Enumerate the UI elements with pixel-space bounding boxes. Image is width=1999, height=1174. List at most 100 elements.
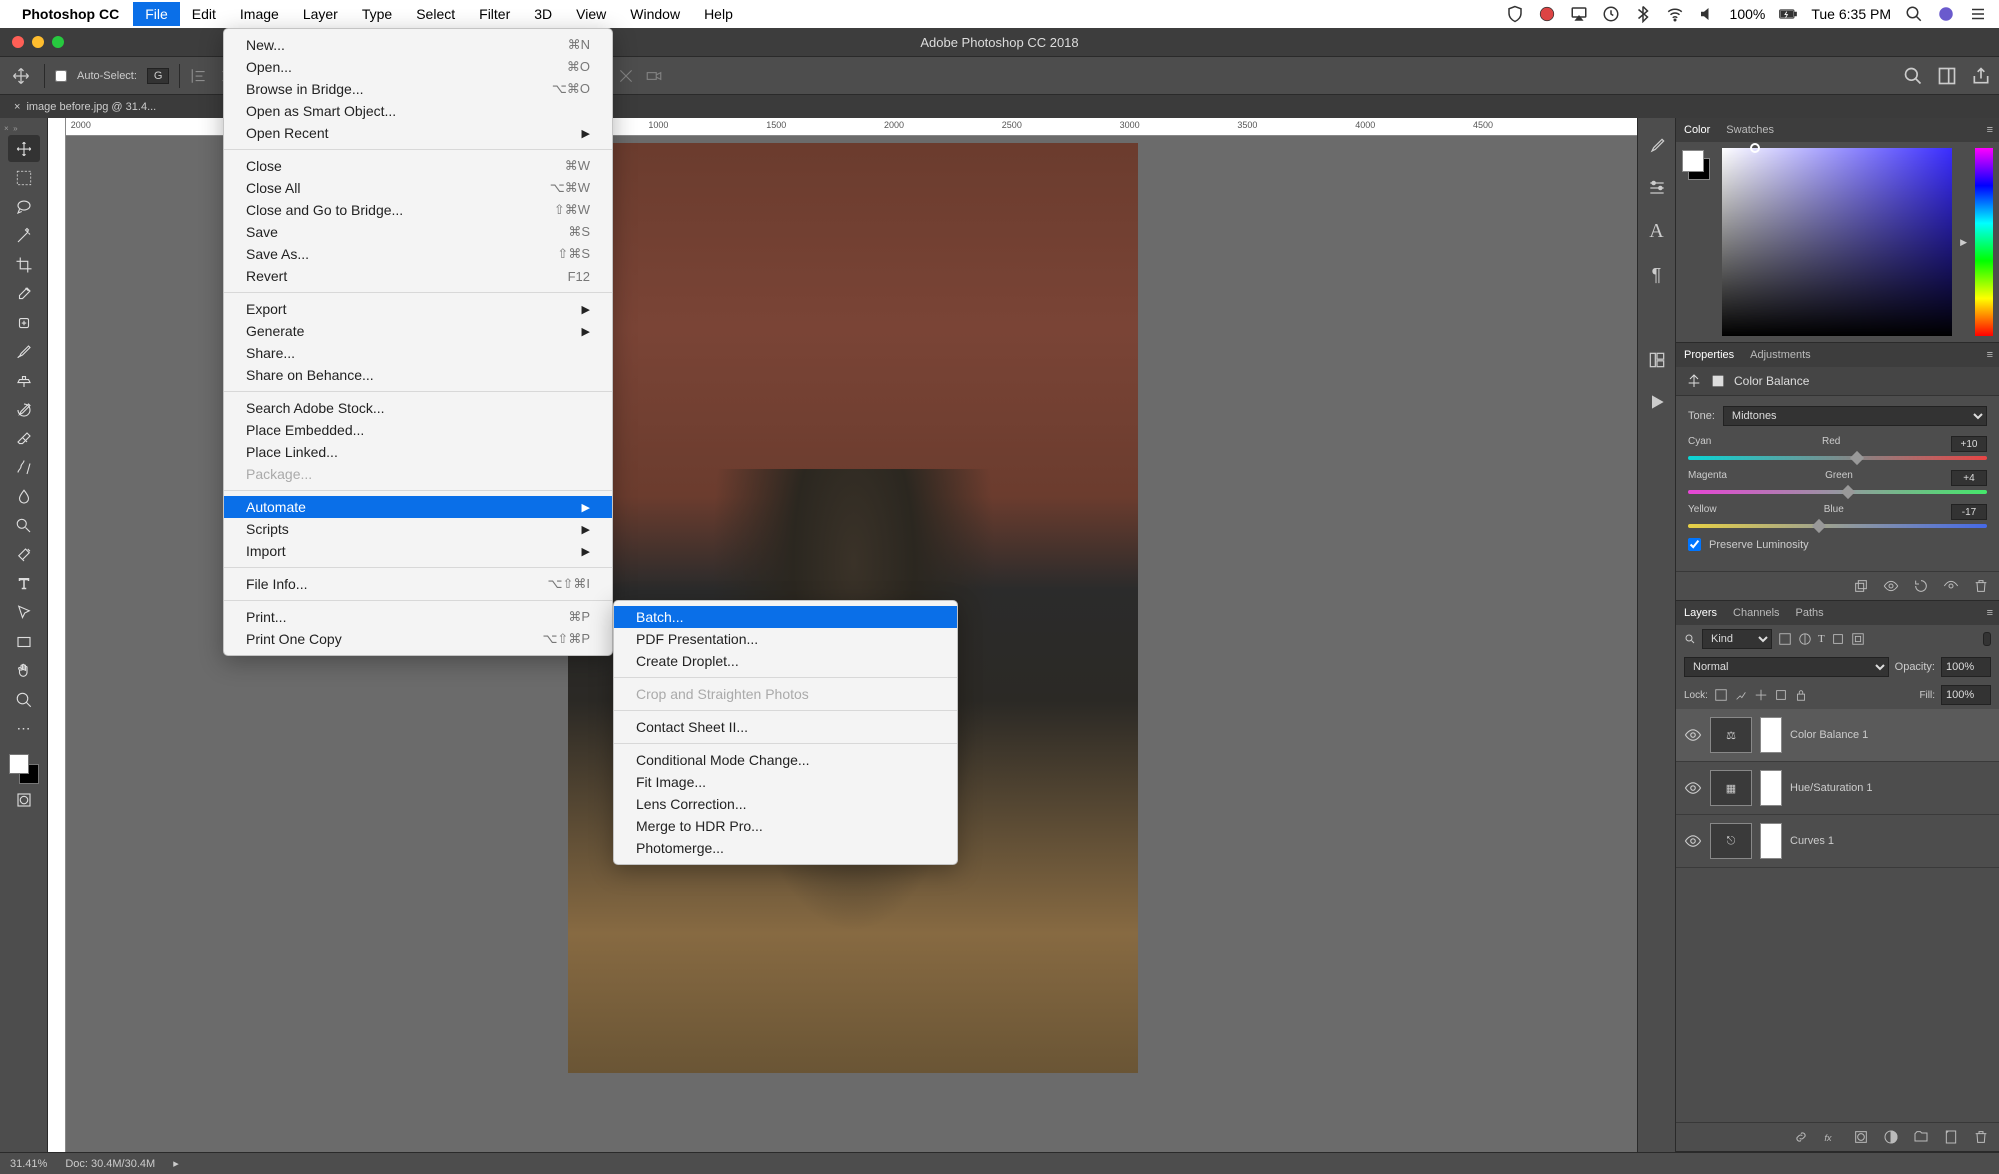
adjustment-layer-icon[interactable] — [1883, 1129, 1899, 1145]
edit-toolbar[interactable]: ⋯ — [8, 715, 40, 742]
quick-mask-toggle[interactable] — [8, 786, 40, 813]
crop-tool[interactable] — [8, 251, 40, 278]
tab-channels[interactable]: Channels — [1733, 607, 1779, 619]
menu-item-open[interactable]: Open...⌘O — [224, 56, 612, 78]
menu-item-fit-image[interactable]: Fit Image... — [614, 771, 957, 793]
layer-row[interactable]: ⎋ Curves 1 — [1676, 815, 1999, 868]
tone-select[interactable]: Midtones — [1723, 406, 1987, 426]
airplay-icon[interactable] — [1570, 5, 1588, 23]
filter-shape-icon[interactable] — [1831, 632, 1845, 646]
color-fg-bg-swatch[interactable] — [1682, 148, 1714, 336]
clone-stamp-tool[interactable] — [8, 367, 40, 394]
panel-menu-icon[interactable]: ≡ — [1987, 124, 1993, 136]
menu-item-import[interactable]: Import▶ — [224, 540, 612, 562]
spotlight-icon[interactable] — [1905, 5, 1923, 23]
menu-item-place-embedded[interactable]: Place Embedded... — [224, 419, 612, 441]
menu-file[interactable]: File — [133, 2, 180, 26]
menu-image[interactable]: Image — [228, 2, 291, 26]
menu-select[interactable]: Select — [404, 2, 467, 26]
battery-text[interactable]: 100% — [1730, 6, 1766, 22]
menu-item-save-as[interactable]: Save As...⇧⌘S — [224, 243, 612, 265]
view-previous-icon[interactable] — [1943, 578, 1959, 594]
libraries-panel-icon[interactable] — [1647, 350, 1667, 370]
menu-view[interactable]: View — [564, 2, 618, 26]
tab-close-icon[interactable]: × — [14, 101, 20, 113]
hue-slider[interactable] — [1975, 148, 1993, 336]
visibility-toggle-icon[interactable] — [1684, 832, 1702, 850]
character-panel-icon[interactable]: A — [1649, 220, 1663, 243]
clock[interactable]: Tue 6:35 PM — [1811, 6, 1891, 22]
tab-adjustments[interactable]: Adjustments — [1750, 349, 1811, 361]
wifi-icon[interactable] — [1666, 5, 1684, 23]
menu-type[interactable]: Type — [350, 2, 404, 26]
move-tool-indicator[interactable] — [8, 63, 34, 89]
menu-layer[interactable]: Layer — [291, 2, 350, 26]
doc-size[interactable]: Doc: 30.4M/30.4M — [65, 1158, 155, 1170]
menu-3d[interactable]: 3D — [522, 2, 564, 26]
menu-item-file-info[interactable]: File Info...⌥⇧⌘I — [224, 573, 612, 595]
delete-layer-icon[interactable] — [1973, 1129, 1989, 1145]
zoom-level[interactable]: 31.41% — [10, 1158, 47, 1170]
share-icon[interactable] — [1971, 66, 1991, 86]
timemachine-icon[interactable] — [1602, 5, 1620, 23]
menu-item-scripts[interactable]: Scripts▶ — [224, 518, 612, 540]
tab-color[interactable]: Color — [1684, 124, 1710, 136]
align-left-icon[interactable] — [190, 67, 208, 85]
color-swatches[interactable] — [9, 754, 39, 784]
menu-item-open-recent[interactable]: Open Recent▶ — [224, 122, 612, 144]
filter-kind-select[interactable]: Kind — [1702, 629, 1772, 649]
brush-tool[interactable] — [8, 338, 40, 365]
3d-slide-icon[interactable] — [617, 67, 635, 85]
toggle-visibility-icon[interactable] — [1883, 578, 1899, 594]
lock-position-icon[interactable] — [1754, 688, 1768, 702]
preserve-luminosity-checkbox[interactable] — [1688, 538, 1701, 551]
menu-item-pdf-presentation[interactable]: PDF Presentation... — [614, 628, 957, 650]
slider-magenta-green[interactable] — [1688, 490, 1987, 494]
menu-item-new[interactable]: New...⌘N — [224, 34, 612, 56]
layer-mask-icon[interactable] — [1853, 1129, 1869, 1145]
type-tool[interactable] — [8, 570, 40, 597]
filter-smart-icon[interactable] — [1851, 632, 1865, 646]
notification-center-icon[interactable] — [1969, 5, 1987, 23]
menu-help[interactable]: Help — [692, 2, 745, 26]
play-panel-icon[interactable] — [1647, 392, 1667, 412]
workspace-icon[interactable] — [1937, 66, 1957, 86]
panel-menu-icon[interactable]: ≡ — [1987, 607, 1993, 619]
color-collapse-icon[interactable]: ▶ — [1960, 237, 1967, 248]
menu-item-print-one-copy[interactable]: Print One Copy⌥⇧⌘P — [224, 628, 612, 650]
lock-artboard-icon[interactable] — [1774, 688, 1788, 702]
auto-select-type[interactable]: G — [147, 68, 170, 84]
auto-select-checkbox[interactable] — [55, 70, 67, 82]
new-layer-icon[interactable] — [1943, 1129, 1959, 1145]
cloud-icon[interactable] — [1538, 5, 1556, 23]
menu-item-place-linked[interactable]: Place Linked... — [224, 441, 612, 463]
tab-properties[interactable]: Properties — [1684, 349, 1734, 361]
lock-image-icon[interactable] — [1734, 688, 1748, 702]
link-layers-icon[interactable] — [1793, 1129, 1809, 1145]
rectangle-tool[interactable] — [8, 628, 40, 655]
opacity-value[interactable]: 100% — [1941, 657, 1991, 677]
minimize-window-button[interactable] — [32, 36, 44, 48]
ruler-vertical[interactable] — [48, 136, 66, 1152]
menu-item-save[interactable]: Save⌘S — [224, 221, 612, 243]
eraser-tool[interactable] — [8, 425, 40, 452]
menu-item-close-all[interactable]: Close All⌥⌘W — [224, 177, 612, 199]
move-tool[interactable] — [8, 135, 40, 162]
shield-icon[interactable] — [1506, 5, 1524, 23]
zoom-window-button[interactable] — [52, 36, 64, 48]
gradient-tool[interactable] — [8, 454, 40, 481]
menu-item-generate[interactable]: Generate▶ — [224, 320, 612, 342]
healing-brush-tool[interactable] — [8, 309, 40, 336]
menu-item-merge-to-hdr-pro[interactable]: Merge to HDR Pro... — [614, 815, 957, 837]
eyedropper-tool[interactable] — [8, 280, 40, 307]
panel-menu-icon[interactable]: ≡ — [1987, 349, 1993, 361]
blend-mode-select[interactable]: Normal — [1684, 657, 1889, 677]
dodge-tool[interactable] — [8, 512, 40, 539]
slider-cyan-red[interactable] — [1688, 456, 1987, 460]
menu-item-close[interactable]: Close⌘W — [224, 155, 612, 177]
delete-adjustment-icon[interactable] — [1973, 578, 1989, 594]
search-icon[interactable] — [1903, 66, 1923, 86]
magic-wand-tool[interactable] — [8, 222, 40, 249]
layer-row[interactable]: ⚖ Color Balance 1 — [1676, 709, 1999, 762]
menu-item-photomerge[interactable]: Photomerge... — [614, 837, 957, 859]
